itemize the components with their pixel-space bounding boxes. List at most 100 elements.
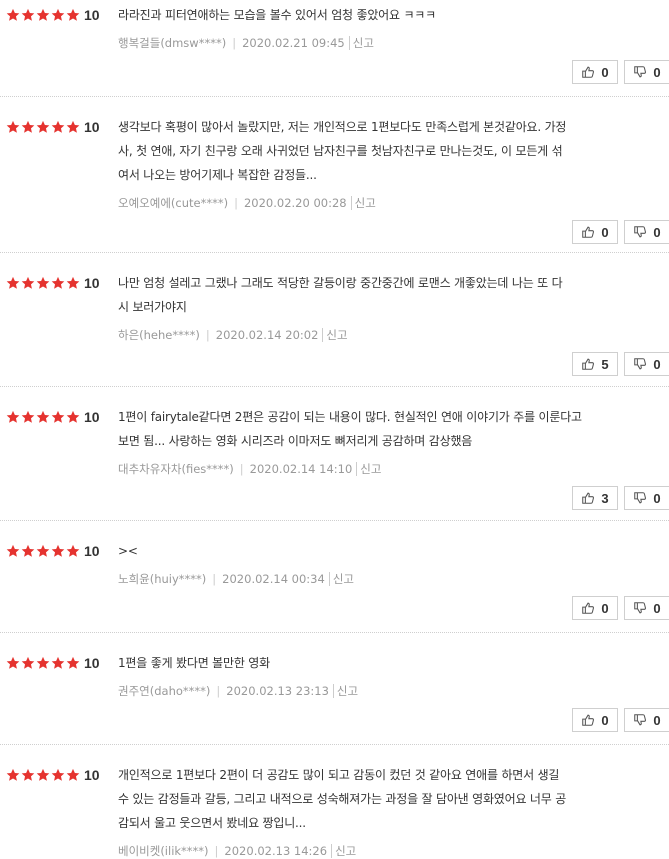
dislike-count: 0 (653, 224, 661, 240)
rating-score: 10 (84, 275, 100, 291)
thumbs-down-icon (633, 491, 653, 505)
like-button[interactable]: 0 (572, 220, 618, 244)
star-rating: 10 (6, 766, 100, 784)
vote-buttons: 50 (572, 352, 669, 376)
review-date: 2020.02.13 23:13 (226, 684, 329, 698)
star-icon (36, 544, 50, 558)
report-link[interactable]: 신고 (331, 844, 357, 858)
like-count: 0 (601, 224, 609, 240)
vote-buttons: 30 (572, 486, 669, 510)
review-date: 2020.02.20 00:28 (243, 196, 347, 210)
star-icon (66, 544, 80, 558)
thumbs-up-icon (581, 601, 601, 615)
report-link[interactable]: 신고 (322, 328, 348, 342)
dislike-button[interactable]: 0 (624, 220, 669, 244)
review-divider (0, 96, 669, 97)
dislike-count: 0 (653, 600, 661, 616)
star-icon (66, 410, 80, 424)
star-icon (21, 8, 35, 22)
meta-separator: | (234, 196, 238, 210)
star-icon (6, 120, 20, 134)
review-text-line: 사, 첫 연애, 자기 친구랑 오래 사귀었던 남자친구를 첫남자친구로 만나는… (118, 144, 563, 158)
star-icon (66, 768, 80, 782)
review-date: 2020.02.14 14:10 (249, 462, 353, 476)
review-text: 라라진과 피터연애하는 모습을 볼수 있어서 엄청 좋았어요 ㅋㅋㅋ (118, 3, 656, 27)
report-link[interactable]: 신고 (328, 572, 354, 586)
review-text-line: 보면 됨... 사랑하는 영화 시리즈라 이마저도 뼈저리게 공감하며 감상했음 (118, 434, 473, 448)
star-icon (51, 8, 65, 22)
report-link[interactable]: 신고 (348, 36, 374, 50)
like-button[interactable]: 0 (572, 708, 618, 732)
star-icon (36, 656, 50, 670)
star-icon (36, 410, 50, 424)
review-text: 나만 엄청 설레고 그랬나 그래도 적당한 갈등이랑 중간중간에 로맨스 개좋았… (118, 271, 656, 319)
star-icon (66, 8, 80, 22)
report-link[interactable]: 신고 (356, 462, 382, 476)
review-author[interactable]: 베이비켓(ilik****) (118, 844, 209, 858)
review-meta: 하은(hehe****) | 2020.02.14 20:02 신고 (118, 328, 348, 342)
thumbs-down-icon (633, 357, 653, 371)
review-author[interactable]: 권주연(daho****) (118, 684, 210, 698)
review-text: 생각보다 혹평이 많아서 놀랐지만, 저는 개인적으로 1편보다도 만족스럽게 … (118, 115, 656, 187)
dislike-button[interactable]: 0 (624, 60, 669, 84)
like-button[interactable]: 5 (572, 352, 618, 376)
review-divider (0, 744, 669, 745)
review-author[interactable]: 노희윤(huiy****) (118, 572, 206, 586)
star-rating: 10 (6, 6, 100, 24)
meta-separator: | (232, 36, 237, 50)
star-icon (51, 276, 65, 290)
thumbs-up-icon (581, 491, 601, 505)
review-text-line: 1편이 fairytale같다면 2편은 공감이 되는 내용이 많다. 현실적인… (118, 410, 582, 424)
review-date: 2020.02.14 20:02 (215, 328, 319, 342)
star-icon (51, 768, 65, 782)
thumbs-down-icon (633, 713, 653, 727)
review-text-line: 감되서 울고 웃으면서 봤네요 짱입니... (118, 816, 306, 830)
star-icon (51, 544, 65, 558)
like-count: 0 (601, 600, 609, 616)
star-icon (21, 768, 35, 782)
review-text: 1편을 좋게 봤다면 볼만한 영화 (118, 651, 656, 675)
dislike-button[interactable]: 0 (624, 352, 669, 376)
like-button[interactable]: 3 (572, 486, 618, 510)
vote-buttons: 00 (572, 708, 669, 732)
review-divider (0, 386, 669, 387)
like-count: 3 (601, 490, 609, 506)
meta-separator: | (205, 328, 210, 342)
report-link[interactable]: 신고 (332, 684, 359, 698)
star-icon (21, 544, 35, 558)
report-link[interactable]: 신고 (350, 196, 376, 210)
review-text: 개인적으로 1편보다 2편이 더 공감도 많이 되고 감동이 컸던 것 같아요 … (118, 763, 656, 835)
dislike-button[interactable]: 0 (624, 596, 669, 620)
star-icon (51, 656, 65, 670)
vote-buttons: 00 (572, 60, 669, 84)
rating-score: 10 (84, 767, 100, 783)
star-icon (6, 544, 20, 558)
dislike-count: 0 (653, 490, 661, 506)
review-author[interactable]: 행복걸들(dmsw****) (118, 36, 226, 50)
rating-score: 10 (84, 409, 100, 425)
like-button[interactable]: 0 (572, 596, 618, 620)
review-text-line: 수 있는 감정들과 갈등, 그리고 내적으로 성숙해져가는 과정을 잘 담아낸 … (118, 792, 567, 806)
like-button[interactable]: 0 (572, 60, 618, 84)
dislike-button[interactable]: 0 (624, 486, 669, 510)
star-icon (66, 120, 80, 134)
review-author[interactable]: 하은(hehe****) (118, 328, 200, 342)
star-icon (6, 768, 20, 782)
review-text-line: 시 보러가야지 (118, 300, 187, 314)
review-meta: 노희윤(huiy****) | 2020.02.14 00:34 신고 (118, 572, 354, 586)
like-count: 0 (601, 64, 609, 80)
review-meta: 권주연(daho****) | 2020.02.13 23:13 신고 (118, 684, 359, 698)
review-author[interactable]: 대추차유자차(fies****) (118, 462, 234, 476)
star-icon (36, 768, 50, 782)
dislike-button[interactable]: 0 (624, 708, 669, 732)
review-meta: 오예오예에(cute****) | 2020.02.20 00:28 신고 (118, 196, 376, 210)
star-icon (6, 656, 20, 670)
review-text-line: 생각보다 혹평이 많아서 놀랐지만, 저는 개인적으로 1편보다도 만족스럽게 … (118, 120, 567, 134)
review-text-line: 1편을 좋게 봤다면 볼만한 영화 (118, 656, 270, 670)
review-author[interactable]: 오예오예에(cute****) (118, 196, 228, 210)
dislike-count: 0 (653, 64, 661, 80)
review-divider (0, 252, 669, 253)
review-text-line: 나만 엄청 설레고 그랬나 그래도 적당한 갈등이랑 중간중간에 로맨스 개좋았… (118, 276, 563, 290)
thumbs-up-icon (581, 713, 601, 727)
like-count: 0 (601, 712, 609, 728)
